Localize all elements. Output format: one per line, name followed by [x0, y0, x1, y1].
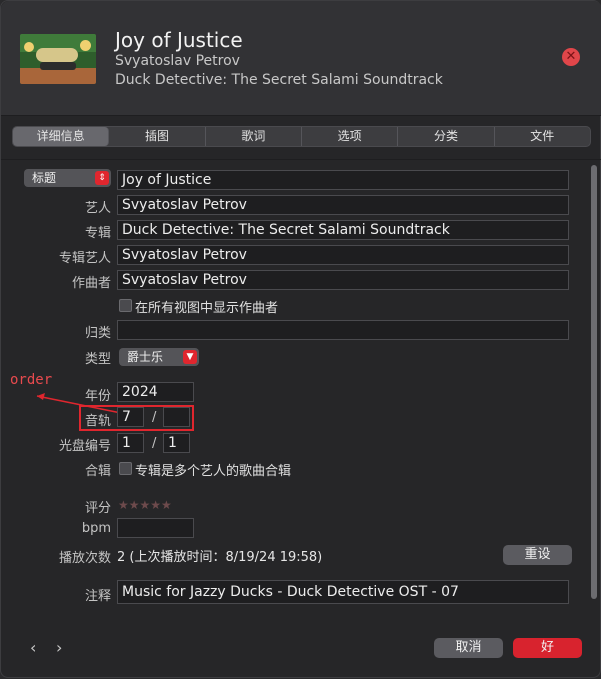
- compilation-checkbox[interactable]: [119, 462, 132, 475]
- cancel-button[interactable]: 取消: [434, 638, 503, 658]
- plays-label: 播放次数: [58, 551, 111, 566]
- track-number-field[interactable]: 7: [117, 407, 144, 427]
- comments-label: 注释: [84, 589, 111, 604]
- annotation-arrow: [36, 393, 122, 414]
- info-window: Joy of Justice Svyatoslav Petrov Duck De…: [0, 0, 601, 678]
- scrollbar[interactable]: [589, 161, 599, 611]
- track-separator: /: [152, 410, 157, 425]
- year-field[interactable]: 2024: [117, 382, 194, 402]
- bpm-label: bpm: [81, 521, 111, 536]
- bpm-field[interactable]: [117, 518, 194, 538]
- reset-button[interactable]: 重设: [503, 545, 572, 565]
- disc-number-field[interactable]: 1: [117, 433, 144, 453]
- compilation-text: 专辑是多个艺人的歌曲合辑: [135, 464, 292, 479]
- rating-stars[interactable]: ★★★★★: [118, 498, 172, 512]
- compilation-label: 合辑: [84, 464, 111, 479]
- chevron-left-icon[interactable]: ‹: [30, 638, 36, 657]
- track-total-field[interactable]: [163, 407, 190, 427]
- comments-field[interactable]: Music for Jazzy Ducks - Duck Detective O…: [117, 580, 569, 604]
- disc-total-field[interactable]: 1: [163, 433, 190, 453]
- ok-button[interactable]: 好: [513, 638, 582, 658]
- rating-label: 评分: [84, 501, 111, 516]
- track-label: 音轨: [84, 414, 111, 429]
- disc-label: 光盘编号: [58, 439, 111, 454]
- plays-value: 2 (上次播放时间：8/19/24 19:58): [117, 550, 323, 565]
- scrollbar-thumb[interactable]: [591, 165, 597, 599]
- chevron-right-icon[interactable]: ›: [56, 638, 62, 657]
- year-label: 年份: [84, 389, 111, 404]
- disc-separator: /: [152, 436, 157, 451]
